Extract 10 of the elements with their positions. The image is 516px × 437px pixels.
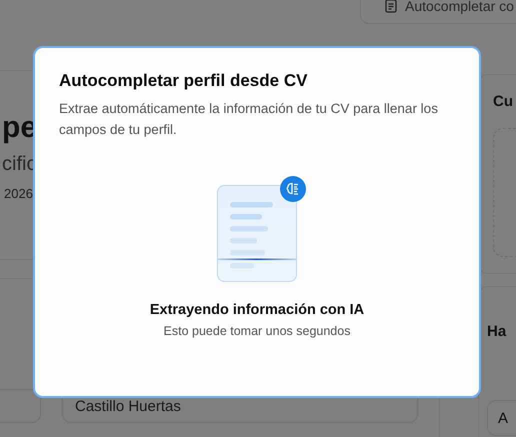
status-subtitle: Esto puede tomar unos segundos (162, 324, 352, 338)
skills-field[interactable]: A (487, 400, 516, 436)
modal-description: Extrae automáticamente la información de tu CV para llenar los campos de tu perfil. (59, 100, 439, 139)
modal-title: Autocompletar perfil desde CV (59, 70, 308, 92)
status-title: Extrayendo información con IA (148, 302, 366, 318)
skills-card-title: Ha (487, 323, 508, 340)
cv-card-title: Cu (493, 93, 514, 110)
profile-date: 2026 (3, 186, 33, 201)
autofill-button[interactable]: Autocompletar co (360, 0, 516, 24)
document-icon (385, 0, 397, 13)
